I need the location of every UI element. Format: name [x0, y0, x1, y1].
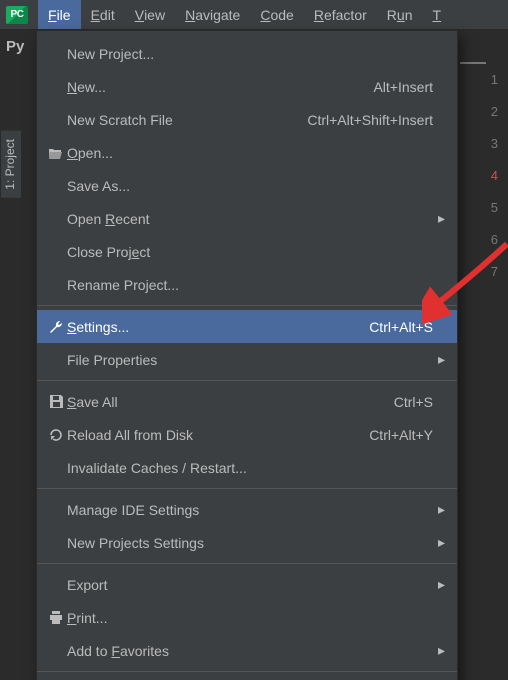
- menubar-item-edit[interactable]: Edit: [81, 0, 125, 29]
- gutter-line: 4: [470, 160, 498, 192]
- menu-separator: [37, 563, 457, 564]
- menu-item-rename-project[interactable]: Rename Project...: [37, 268, 457, 301]
- menu-item-close-project[interactable]: Close Project: [37, 235, 457, 268]
- gutter-line: 2: [470, 96, 498, 128]
- menu-item-shortcut: Ctrl+Alt+S: [359, 319, 433, 335]
- editor-tab-label[interactable]: Py: [0, 38, 24, 55]
- menu-item-save-all[interactable]: Save AllCtrl+S: [37, 385, 457, 418]
- submenu-arrow-icon: ▸: [433, 501, 445, 518]
- menu-item-label: File Properties: [67, 352, 433, 368]
- submenu-arrow-icon: ▸: [433, 351, 445, 368]
- menu-item-label: Print...: [67, 610, 433, 626]
- gutter-line: 1: [470, 64, 498, 96]
- menu-item-new-projects-settings[interactable]: New Projects Settings▸: [37, 526, 457, 559]
- menubar-item-view[interactable]: View: [125, 0, 175, 29]
- menubar: PC FileEditViewNavigateCodeRefactorRunT: [0, 0, 508, 30]
- menubar-item-navigate[interactable]: Navigate: [175, 0, 250, 29]
- menu-item-invalidate-caches-restart[interactable]: Invalidate Caches / Restart...: [37, 451, 457, 484]
- menu-item-new[interactable]: New...Alt+Insert: [37, 70, 457, 103]
- reload-icon: [45, 427, 67, 443]
- menu-item-shortcut: Ctrl+Alt+Y: [359, 427, 433, 443]
- menu-item-open-recent[interactable]: Open Recent▸: [37, 202, 457, 235]
- folder-open-icon: [45, 146, 67, 160]
- menu-item-label: Manage IDE Settings: [67, 502, 433, 518]
- menu-separator: [37, 305, 457, 306]
- menu-item-new-project[interactable]: New Project...: [37, 37, 457, 70]
- menu-item-shortcut: Ctrl+Alt+Shift+Insert: [297, 112, 433, 128]
- menu-item-label: Open...: [67, 145, 433, 161]
- submenu-arrow-icon: ▸: [433, 576, 445, 593]
- menu-item-label: Add to Favorites: [67, 643, 433, 659]
- menu-item-label: Reload All from Disk: [67, 427, 359, 443]
- menu-item-open[interactable]: Open...: [37, 136, 457, 169]
- menu-item-label: Invalidate Caches / Restart...: [67, 460, 433, 476]
- menu-separator: [37, 488, 457, 489]
- menu-item-new-scratch-file[interactable]: New Scratch FileCtrl+Alt+Shift+Insert: [37, 103, 457, 136]
- menu-item-label: New Projects Settings: [67, 535, 433, 551]
- menu-item-label: Save All: [67, 394, 384, 410]
- gutter-line: 7: [470, 256, 498, 288]
- menu-item-label: Open Recent: [67, 211, 433, 227]
- menu-item-label: Save As...: [67, 178, 433, 194]
- editor-gutter: 1234567: [470, 64, 508, 288]
- menu-item-save-as[interactable]: Save As...: [37, 169, 457, 202]
- gutter-line: 5: [470, 192, 498, 224]
- menu-item-settings[interactable]: Settings...Ctrl+Alt+S: [37, 310, 457, 343]
- menu-item-label: New Scratch File: [67, 112, 297, 128]
- save-icon: [45, 394, 67, 409]
- menu-item-label: New...: [67, 79, 363, 95]
- print-icon: [45, 610, 67, 625]
- menubar-item-refactor[interactable]: Refactor: [304, 0, 377, 29]
- menubar-item-file[interactable]: File: [38, 0, 81, 29]
- menu-item-add-to-favorites[interactable]: Add to Favorites▸: [37, 634, 457, 667]
- app-icon: PC: [6, 6, 28, 24]
- gutter-line: 6: [470, 224, 498, 256]
- menubar-item-code[interactable]: Code: [250, 0, 303, 29]
- menubar-item-run[interactable]: Run: [377, 0, 423, 29]
- menu-item-shortcut: Ctrl+S: [384, 394, 433, 410]
- submenu-arrow-icon: ▸: [433, 210, 445, 227]
- menu-item-export[interactable]: Export▸: [37, 568, 457, 601]
- submenu-arrow-icon: ▸: [433, 642, 445, 659]
- menu-item-file-properties[interactable]: File Properties▸: [37, 343, 457, 376]
- menu-item-reload-all-from-disk[interactable]: Reload All from DiskCtrl+Alt+Y: [37, 418, 457, 451]
- wrench-icon: [45, 319, 67, 335]
- menu-separator: [37, 380, 457, 381]
- menu-item-label: Rename Project...: [67, 277, 433, 293]
- menu-item-manage-ide-settings[interactable]: Manage IDE Settings▸: [37, 493, 457, 526]
- menu-item-label: New Project...: [67, 46, 433, 62]
- menu-item-shortcut: Alt+Insert: [363, 79, 433, 95]
- file-menu: New Project...New...Alt+InsertNew Scratc…: [36, 30, 458, 680]
- menubar-item-t[interactable]: T: [423, 0, 452, 29]
- menu-item-print[interactable]: Print...: [37, 601, 457, 634]
- menu-separator: [37, 671, 457, 672]
- menu-item-label: Export: [67, 577, 433, 593]
- submenu-arrow-icon: ▸: [433, 534, 445, 551]
- menu-item-label: Close Project: [67, 244, 433, 260]
- menu-item-label: Settings...: [67, 319, 359, 335]
- menu-item-power-save-mode[interactable]: Power Save Mode: [37, 676, 457, 680]
- gutter-line: 3: [470, 128, 498, 160]
- sidebar-tab-project[interactable]: 1: Project: [0, 130, 22, 199]
